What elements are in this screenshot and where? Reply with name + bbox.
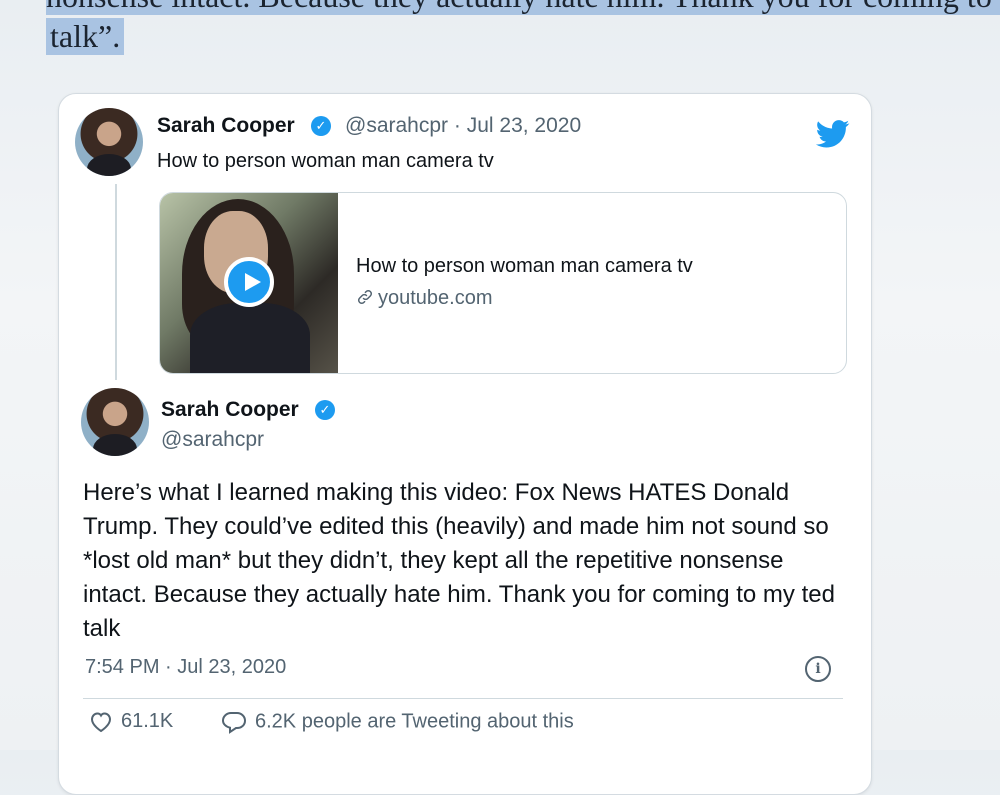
divider <box>83 698 843 699</box>
reply-bubble-icon <box>221 712 247 734</box>
tweeting-about-text: 6.2K people are Tweeting about this <box>255 710 574 733</box>
info-icon[interactable]: i <box>805 656 831 682</box>
author-handle[interactable]: @sarahcpr <box>161 428 264 452</box>
quoted-tweet-text: How to person woman man camera tv <box>157 150 494 172</box>
twitter-bird-icon[interactable] <box>816 120 850 148</box>
link-card-domain: youtube.com <box>356 287 493 310</box>
article-quote-line: talk”. <box>46 18 125 55</box>
video-thumbnail[interactable] <box>160 193 338 373</box>
meta-separator: · <box>453 114 461 137</box>
like-button[interactable]: 61.1K <box>89 710 173 733</box>
verified-badge-icon: ✓ <box>311 116 331 136</box>
youtube-link-card[interactable]: How to person woman man camera tv youtub… <box>159 192 847 374</box>
tweet-text: Here’s what I learned making this video:… <box>83 479 835 642</box>
like-count: 61.1K <box>121 710 174 732</box>
tweet-timestamp[interactable]: 7:54 PM · Jul 23, 2020 <box>85 656 286 679</box>
play-icon[interactable] <box>224 257 274 307</box>
tweet-meta: @sarahcpr · Jul 23, 2020 <box>345 114 581 138</box>
heart-icon <box>90 712 112 732</box>
avatar[interactable] <box>75 108 143 176</box>
thread-connector <box>115 184 117 380</box>
link-card-title[interactable]: How to person woman man camera tv <box>356 255 693 278</box>
link-domain-text: youtube.com <box>378 287 493 309</box>
avatar[interactable] <box>81 388 149 456</box>
embedded-tweet-card[interactable]: Sarah Cooper ✓ @sarahcpr · Jul 23, 2020 … <box>58 93 872 795</box>
author-name[interactable]: Sarah Cooper <box>157 114 295 138</box>
author-handle[interactable]: @sarahcpr <box>345 114 448 137</box>
link-icon <box>357 289 373 305</box>
article-quote-line: nonsense intact. Because they actually h… <box>46 0 1000 15</box>
tweeting-about-link[interactable]: 6.2K people are Tweeting about this <box>221 710 574 734</box>
tweet-date[interactable]: Jul 23, 2020 <box>467 114 581 137</box>
author-name[interactable]: Sarah Cooper <box>161 398 299 422</box>
article-quote: nonsense intact. Because they actually h… <box>0 0 1000 70</box>
verified-badge-icon: ✓ <box>315 400 335 420</box>
